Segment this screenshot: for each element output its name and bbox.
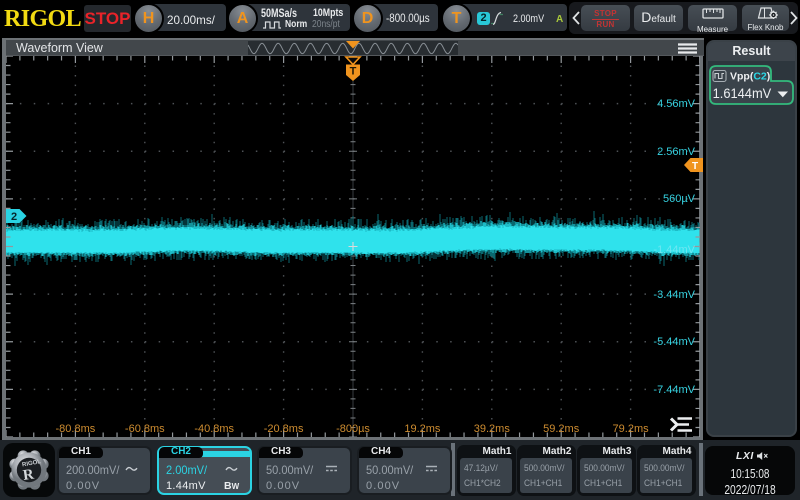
svg-text:1.6144mV: 1.6144mV	[713, 86, 772, 102]
svg-text:Vpp(C2): Vpp(C2)	[730, 71, 770, 83]
svg-text:2: 2	[11, 211, 17, 223]
svg-text:T: T	[692, 161, 698, 172]
svg-text:T: T	[350, 66, 357, 78]
